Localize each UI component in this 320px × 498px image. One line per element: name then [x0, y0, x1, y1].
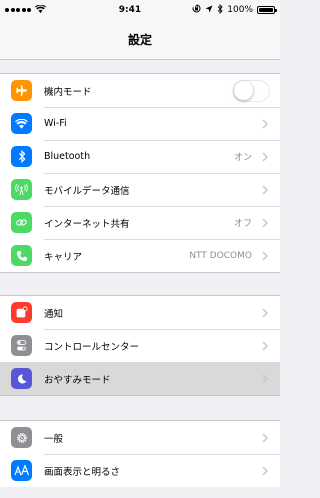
phone-icon	[11, 245, 32, 266]
row-label: インターネット共有	[44, 218, 130, 230]
airplane-icon	[11, 80, 32, 101]
chevron-right-icon	[258, 184, 272, 195]
settings-row-personal-hotspot[interactable]: インターネット共有 オフ	[0, 206, 280, 239]
row-label: 画面表示と明るさ	[44, 466, 121, 478]
settings-row-notifications[interactable]: 通知	[0, 296, 280, 329]
settings-row-wifi[interactable]: Wi-Fi	[0, 107, 280, 140]
row-label: モバイルデータ通信	[44, 185, 130, 197]
wifi-icon	[11, 113, 32, 134]
chevron-right-icon	[258, 250, 272, 261]
row-label: おやすみモード	[44, 374, 111, 386]
link-icon	[11, 212, 32, 233]
settings-row-control-center[interactable]: コントロールセンター	[0, 329, 280, 362]
chevron-right-icon	[258, 118, 272, 129]
settings-group-notifications: 通知 コントロールセンター おやすみモード	[0, 295, 280, 396]
chevron-right-icon	[258, 340, 272, 351]
chevron-right-icon	[258, 217, 272, 228]
row-label: Wi-Fi	[44, 118, 67, 129]
status-time: 9:41	[118, 5, 142, 15]
chevron-right-icon	[258, 373, 272, 384]
location-icon	[205, 5, 213, 16]
text-size-icon	[11, 460, 32, 481]
page-title: 設定	[127, 33, 152, 47]
chevron-right-icon	[258, 307, 272, 318]
lock-rotation-icon	[192, 4, 201, 16]
settings-row-bluetooth[interactable]: Bluetooth オン	[0, 140, 280, 173]
settings-group-connectivity: 機内モード Wi-Fi Bluetooth オン モバイルデータ通信 インターネ…	[0, 73, 280, 273]
control-center-icon	[11, 335, 32, 356]
bluetooth-icon	[11, 146, 32, 167]
airplane-mode-toggle[interactable]	[233, 79, 270, 102]
moon-icon	[11, 368, 32, 389]
bluetooth-status-icon	[217, 3, 223, 17]
chevron-right-icon	[258, 432, 272, 443]
row-label: 通知	[44, 308, 64, 320]
settings-row-general[interactable]: 一般	[0, 421, 280, 454]
settings-group-general: 一般 画面表示と明るさ	[0, 420, 280, 487]
row-label: 機内モード	[44, 86, 92, 98]
settings-row-display-brightness[interactable]: 画面表示と明るさ	[0, 454, 280, 487]
settings-row-mobile-data[interactable]: モバイルデータ通信	[0, 173, 280, 206]
row-label: キャリア	[44, 251, 83, 263]
chevron-right-icon	[258, 465, 272, 476]
status-bar: 9:41 100%	[0, 0, 280, 20]
wifi-icon	[35, 3, 46, 16]
navigation-bar: 設定	[0, 20, 280, 60]
antenna-icon	[11, 179, 32, 200]
gear-icon	[11, 427, 32, 448]
row-label: Bluetooth	[44, 151, 91, 162]
battery-icon	[257, 6, 277, 14]
settings-row-do-not-disturb[interactable]: おやすみモード	[0, 362, 280, 395]
notification-icon	[11, 302, 32, 323]
battery-percent: 100%	[227, 5, 253, 15]
signal-dots-icon	[5, 8, 31, 12]
row-label: コントロールセンター	[44, 341, 140, 353]
chevron-right-icon	[258, 151, 272, 162]
settings-row-carrier[interactable]: キャリア NTT DOCOMO	[0, 239, 280, 272]
row-detail: オフ	[233, 219, 252, 229]
row-label: 一般	[44, 433, 64, 445]
row-detail: オン	[233, 153, 252, 163]
settings-row-airplane-mode[interactable]: 機内モード	[0, 74, 280, 107]
row-detail: NTT DOCOMO	[189, 250, 252, 261]
